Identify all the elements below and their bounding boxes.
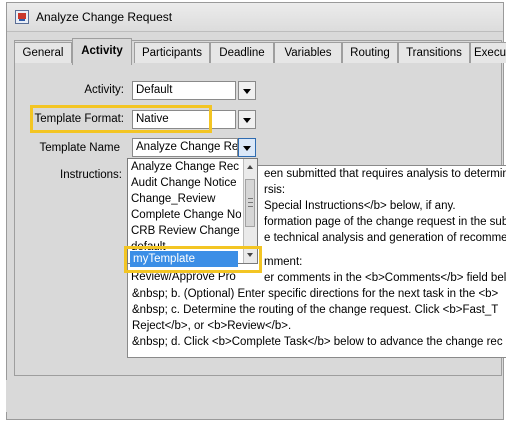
tab-general[interactable]: General xyxy=(14,42,72,63)
instructions-line: rsis: xyxy=(264,184,286,196)
instructions-line: een submitted that requires analysis to … xyxy=(264,168,506,180)
instructions-line: e technical analysis and generation of r… xyxy=(264,232,506,244)
app-icon xyxy=(15,10,29,24)
instructions-line: &nbsp; b. (Optional) Enter specific dire… xyxy=(132,288,499,300)
template-format-dropdown-button[interactable] xyxy=(238,110,256,129)
tab-routing[interactable]: Routing xyxy=(342,42,398,63)
dropdown-option[interactable]: CRB Review Change xyxy=(131,225,241,237)
activity-dropdown-button[interactable] xyxy=(238,81,256,100)
dropdown-option[interactable]: Audit Change Notice xyxy=(131,177,241,189)
instructions-label: Instructions: xyxy=(60,169,122,181)
instructions-line: formation page of the change request in … xyxy=(264,216,506,228)
tab-variables[interactable]: Variables xyxy=(274,42,342,63)
window-title: Analyze Change Request xyxy=(36,10,173,24)
activity-select[interactable]: Default xyxy=(132,81,236,100)
dropdown-option[interactable]: Complete Change No xyxy=(131,209,241,221)
activity-label: Activity: xyxy=(84,84,124,96)
instructions-line: &nbsp; d. Click <b>Complete Task</b> bel… xyxy=(132,336,503,348)
instructions-line: Special Instructions</b> below, if any. xyxy=(264,200,456,212)
instructions-line: er comments in the <b>Comments</b> field… xyxy=(264,272,506,284)
template-name-combobox[interactable]: Analyze Change Re xyxy=(132,138,238,157)
dialog-footer xyxy=(6,380,500,412)
scroll-up-icon[interactable] xyxy=(247,165,253,169)
tab-transitions[interactable]: Transitions xyxy=(398,42,470,63)
tab-deadline[interactable]: Deadline xyxy=(210,42,274,63)
scroll-thumb[interactable] xyxy=(245,179,255,227)
template-format-highlight xyxy=(30,105,212,133)
selected-template-highlight xyxy=(124,246,262,273)
template-name-dropdown-button[interactable] xyxy=(238,138,256,157)
instructions-line: &nbsp; c. Determine the routing of the c… xyxy=(132,304,499,316)
template-name-label: Template Name xyxy=(39,142,120,154)
instructions-line: mment: xyxy=(264,256,303,268)
tab-execution[interactable]: Execu xyxy=(470,42,506,63)
instructions-line: Reject</b>, or <b>Review</b>. xyxy=(132,320,292,332)
tab-participants[interactable]: Participants xyxy=(134,42,210,63)
dropdown-option[interactable]: Analyze Change Rec xyxy=(131,161,241,173)
dropdown-option[interactable]: Change_Review xyxy=(131,193,241,205)
tab-activity[interactable]: Activity xyxy=(72,38,132,65)
title-bar: Analyze Change Request xyxy=(7,3,503,32)
